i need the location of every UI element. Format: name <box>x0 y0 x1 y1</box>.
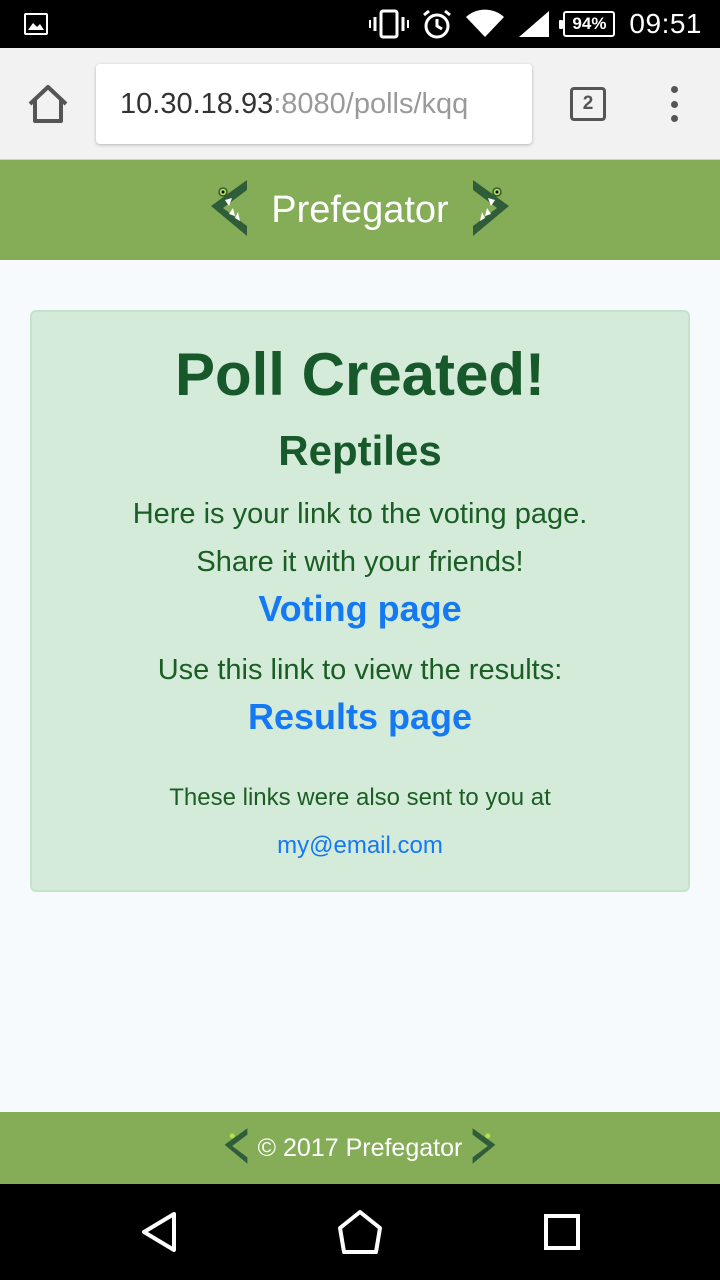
battery-icon: 94% <box>559 11 616 37</box>
alarm-icon <box>421 8 453 40</box>
url-bar[interactable]: 10.30.18.93:8080/polls/kqq <box>96 64 532 144</box>
gallery-icon <box>24 13 48 35</box>
poll-created-card: Poll Created! Reptiles Here is your link… <box>30 310 690 892</box>
vibrate-icon <box>369 9 410 39</box>
site-title[interactable]: Prefegator <box>271 189 448 232</box>
recents-icon[interactable] <box>538 1208 586 1256</box>
site-header: Prefegator <box>0 160 720 260</box>
share-text: Share it with your friends! <box>196 546 524 578</box>
site-footer: © 2017 Prefegator <box>0 1112 720 1184</box>
voting-intro-text: Here is your link to the voting page. <box>132 498 588 530</box>
gator-left-icon <box>207 178 251 242</box>
gator-left-small-icon <box>222 1127 250 1169</box>
tab-count: 2 <box>582 93 594 114</box>
tab-switcher-button[interactable]: 2 <box>570 87 606 121</box>
overflow-menu-icon[interactable] <box>664 82 684 126</box>
home-nav-icon[interactable] <box>336 1208 384 1256</box>
results-intro-text: Use this link to view the results: <box>157 654 563 686</box>
poll-name: Reptiles <box>278 427 442 474</box>
clock: 09:51 <box>629 8 702 39</box>
email-note: These links were also sent to you at <box>169 784 551 811</box>
email-link[interactable]: my@email.com <box>32 832 688 860</box>
url-host: 10.30.18.93 <box>120 87 274 120</box>
url-path: :8080/polls/kqq <box>273 87 469 120</box>
status-bar: 94% 09:51 <box>0 0 720 48</box>
back-icon[interactable] <box>136 1208 184 1256</box>
battery-level: 94% <box>572 14 607 33</box>
voting-page-link[interactable]: Voting page <box>32 588 688 630</box>
wifi-icon <box>465 9 505 39</box>
signal-icon <box>517 9 551 39</box>
gator-right-icon <box>469 178 513 242</box>
system-nav-bar <box>0 1184 720 1280</box>
copyright-text: © 2017 Prefegator <box>257 1133 463 1162</box>
browser-toolbar: 10.30.18.93:8080/polls/kqq 2 <box>0 48 720 160</box>
home-icon[interactable] <box>24 82 72 126</box>
gator-right-small-icon <box>470 1127 498 1169</box>
page-title: Poll Created! <box>174 341 546 408</box>
results-page-link[interactable]: Results page <box>32 696 688 738</box>
